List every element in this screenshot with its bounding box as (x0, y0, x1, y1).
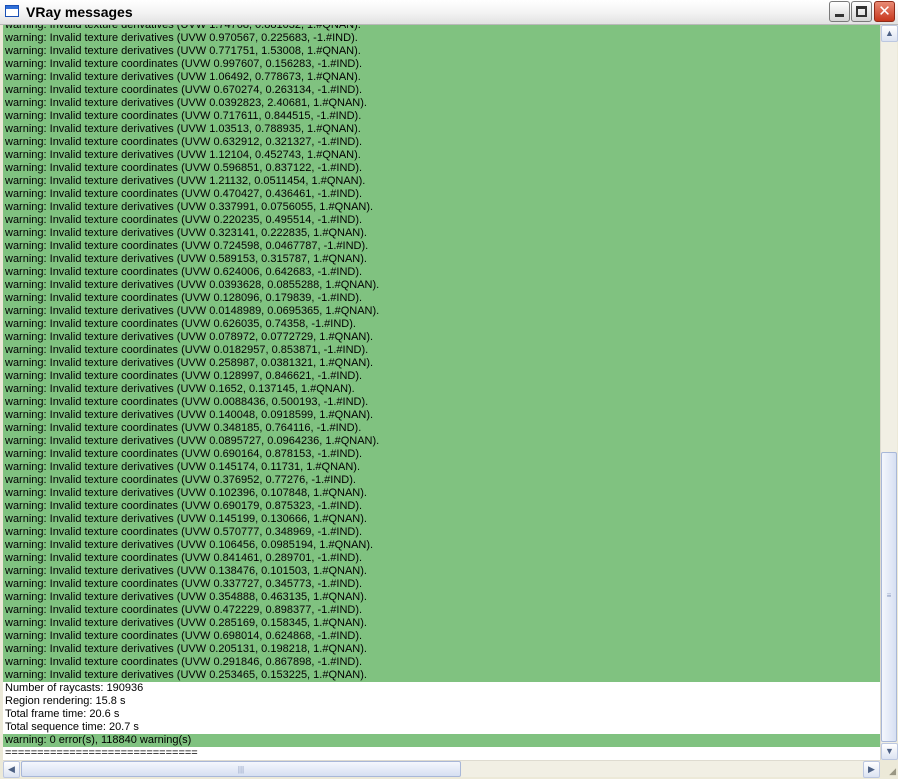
scroll-left-button[interactable]: ◀ (3, 761, 20, 778)
minimize-button[interactable] (829, 1, 850, 22)
log-line: warning: Invalid texture derivatives (UV… (3, 487, 880, 500)
title-bar[interactable]: VRay messages ✕ (0, 0, 898, 25)
log-line: warning: Invalid texture coordinates (UV… (3, 578, 880, 591)
log-line: Number of raycasts: 190936 (5, 682, 144, 694)
message-log[interactable]: warning: Invalid texture derivatives (UV… (3, 25, 880, 760)
log-line: warning: Invalid texture derivatives (UV… (3, 32, 880, 45)
log-line: warning: Invalid texture coordinates (UV… (3, 630, 880, 643)
arrow-left-icon: ◀ (8, 764, 15, 774)
log-line: warning: Invalid texture derivatives (UV… (3, 409, 880, 422)
arrow-up-icon: ▲ (885, 28, 894, 38)
log-line: warning: Invalid texture derivatives (UV… (3, 565, 880, 578)
scroll-up-button[interactable]: ▲ (881, 25, 898, 42)
log-line: warning: Invalid texture derivatives (UV… (3, 539, 880, 552)
log-line: warning: Invalid texture derivatives (UV… (3, 45, 880, 58)
log-line: warning: Invalid texture derivatives (UV… (3, 97, 880, 110)
horizontal-scroll-thumb[interactable]: ||| (21, 761, 461, 777)
log-line: warning: Invalid texture coordinates (UV… (3, 552, 880, 565)
log-line: ============================== (5, 747, 198, 759)
log-line: warning: Invalid texture coordinates (UV… (3, 422, 880, 435)
log-line: warning: Invalid texture derivatives (UV… (3, 513, 880, 526)
vray-messages-window: VRay messages ✕ warning: Invalid texture… (0, 0, 898, 779)
log-line: warning: Invalid texture coordinates (UV… (3, 370, 880, 383)
size-grip[interactable]: ◢ (880, 760, 897, 777)
log-line: warning: Invalid texture derivatives (UV… (3, 643, 880, 656)
log-line: warning: Invalid texture coordinates (UV… (3, 526, 880, 539)
close-button[interactable]: ✕ (874, 1, 895, 22)
maximize-button[interactable] (851, 1, 872, 22)
log-line: Region rendering: 15.8 s (5, 695, 126, 707)
arrow-right-icon: ▶ (868, 764, 875, 774)
log-line: warning: Invalid texture derivatives (UV… (3, 617, 880, 630)
log-line: warning: Invalid texture derivatives (UV… (3, 71, 880, 84)
log-line: warning: Invalid texture derivatives (UV… (3, 227, 880, 240)
vertical-scrollbar[interactable]: ▲ ≡ ▼ (880, 25, 898, 760)
log-line: warning: Invalid texture derivatives (UV… (3, 357, 880, 370)
log-line: warning: Invalid texture coordinates (UV… (3, 318, 880, 331)
log-line: warning: Invalid texture derivatives (UV… (3, 669, 880, 682)
window-title: VRay messages (26, 4, 133, 20)
log-line: warning: Invalid texture derivatives (UV… (3, 461, 880, 474)
log-line: warning: Invalid texture derivatives (UV… (3, 123, 880, 136)
log-line: Total frame time: 20.6 s (5, 708, 120, 720)
log-line: warning: Invalid texture derivatives (UV… (3, 279, 880, 292)
log-line: warning: Invalid texture coordinates (UV… (3, 474, 880, 487)
hthumb-grip-icon: ||| (237, 765, 245, 774)
log-line: warning: Invalid texture coordinates (UV… (3, 344, 880, 357)
log-line: warning: Invalid texture coordinates (UV… (3, 656, 880, 669)
log-line: warning: Invalid texture coordinates (UV… (3, 188, 880, 201)
log-line: warning: Invalid texture derivatives (UV… (3, 435, 880, 448)
log-line: warning: Invalid texture coordinates (UV… (3, 396, 880, 409)
scroll-right-button[interactable]: ▶ (863, 761, 880, 778)
log-line: warning: Invalid texture derivatives (UV… (3, 201, 880, 214)
log-line: Total sequence time: 20.7 s (5, 721, 139, 733)
resize-grip-icon: ◢ (889, 766, 896, 776)
log-line: warning: Invalid texture coordinates (UV… (3, 214, 880, 227)
log-line: warning: Invalid texture derivatives (UV… (3, 253, 880, 266)
log-line: warning: Invalid texture derivatives (UV… (3, 331, 880, 344)
log-line: warning: Invalid texture coordinates (UV… (3, 58, 880, 71)
vertical-scroll-thumb[interactable]: ≡ (881, 452, 897, 742)
minimize-icon (835, 14, 844, 17)
log-line: warning: Invalid texture derivatives (UV… (3, 149, 880, 162)
thumb-grip-icon: ≡ (886, 591, 892, 600)
arrow-down-icon: ▼ (885, 746, 894, 756)
horizontal-scrollbar[interactable]: ◀ ||| ▶ (3, 760, 880, 778)
scroll-down-button[interactable]: ▼ (881, 743, 898, 760)
log-line: warning: Invalid texture derivatives (UV… (3, 305, 880, 318)
log-line: warning: Invalid texture coordinates (UV… (3, 162, 880, 175)
log-line: warning: Invalid texture coordinates (UV… (3, 110, 880, 123)
log-line: warning: Invalid texture derivatives (UV… (3, 25, 880, 32)
log-line: warning: Invalid texture derivatives (UV… (3, 591, 880, 604)
log-line: warning: Invalid texture coordinates (UV… (3, 604, 880, 617)
log-line: warning: Invalid texture coordinates (UV… (3, 448, 880, 461)
log-line: warning: Invalid texture derivatives (UV… (3, 383, 880, 396)
log-line: warning: Invalid texture coordinates (UV… (3, 292, 880, 305)
log-line: warning: Invalid texture coordinates (UV… (3, 266, 880, 279)
window-app-icon (5, 5, 19, 17)
log-line: warning: Invalid texture coordinates (UV… (3, 84, 880, 97)
log-line: warning: Invalid texture derivatives (UV… (3, 175, 880, 188)
maximize-icon (856, 6, 867, 17)
log-line: warning: Invalid texture coordinates (UV… (3, 500, 880, 513)
log-line: warning: Invalid texture coordinates (UV… (3, 240, 880, 253)
log-line: warning: Invalid texture coordinates (UV… (3, 136, 880, 149)
close-icon: ✕ (878, 2, 891, 20)
log-line: warning: 0 error(s), 118840 warning(s) (3, 734, 880, 747)
